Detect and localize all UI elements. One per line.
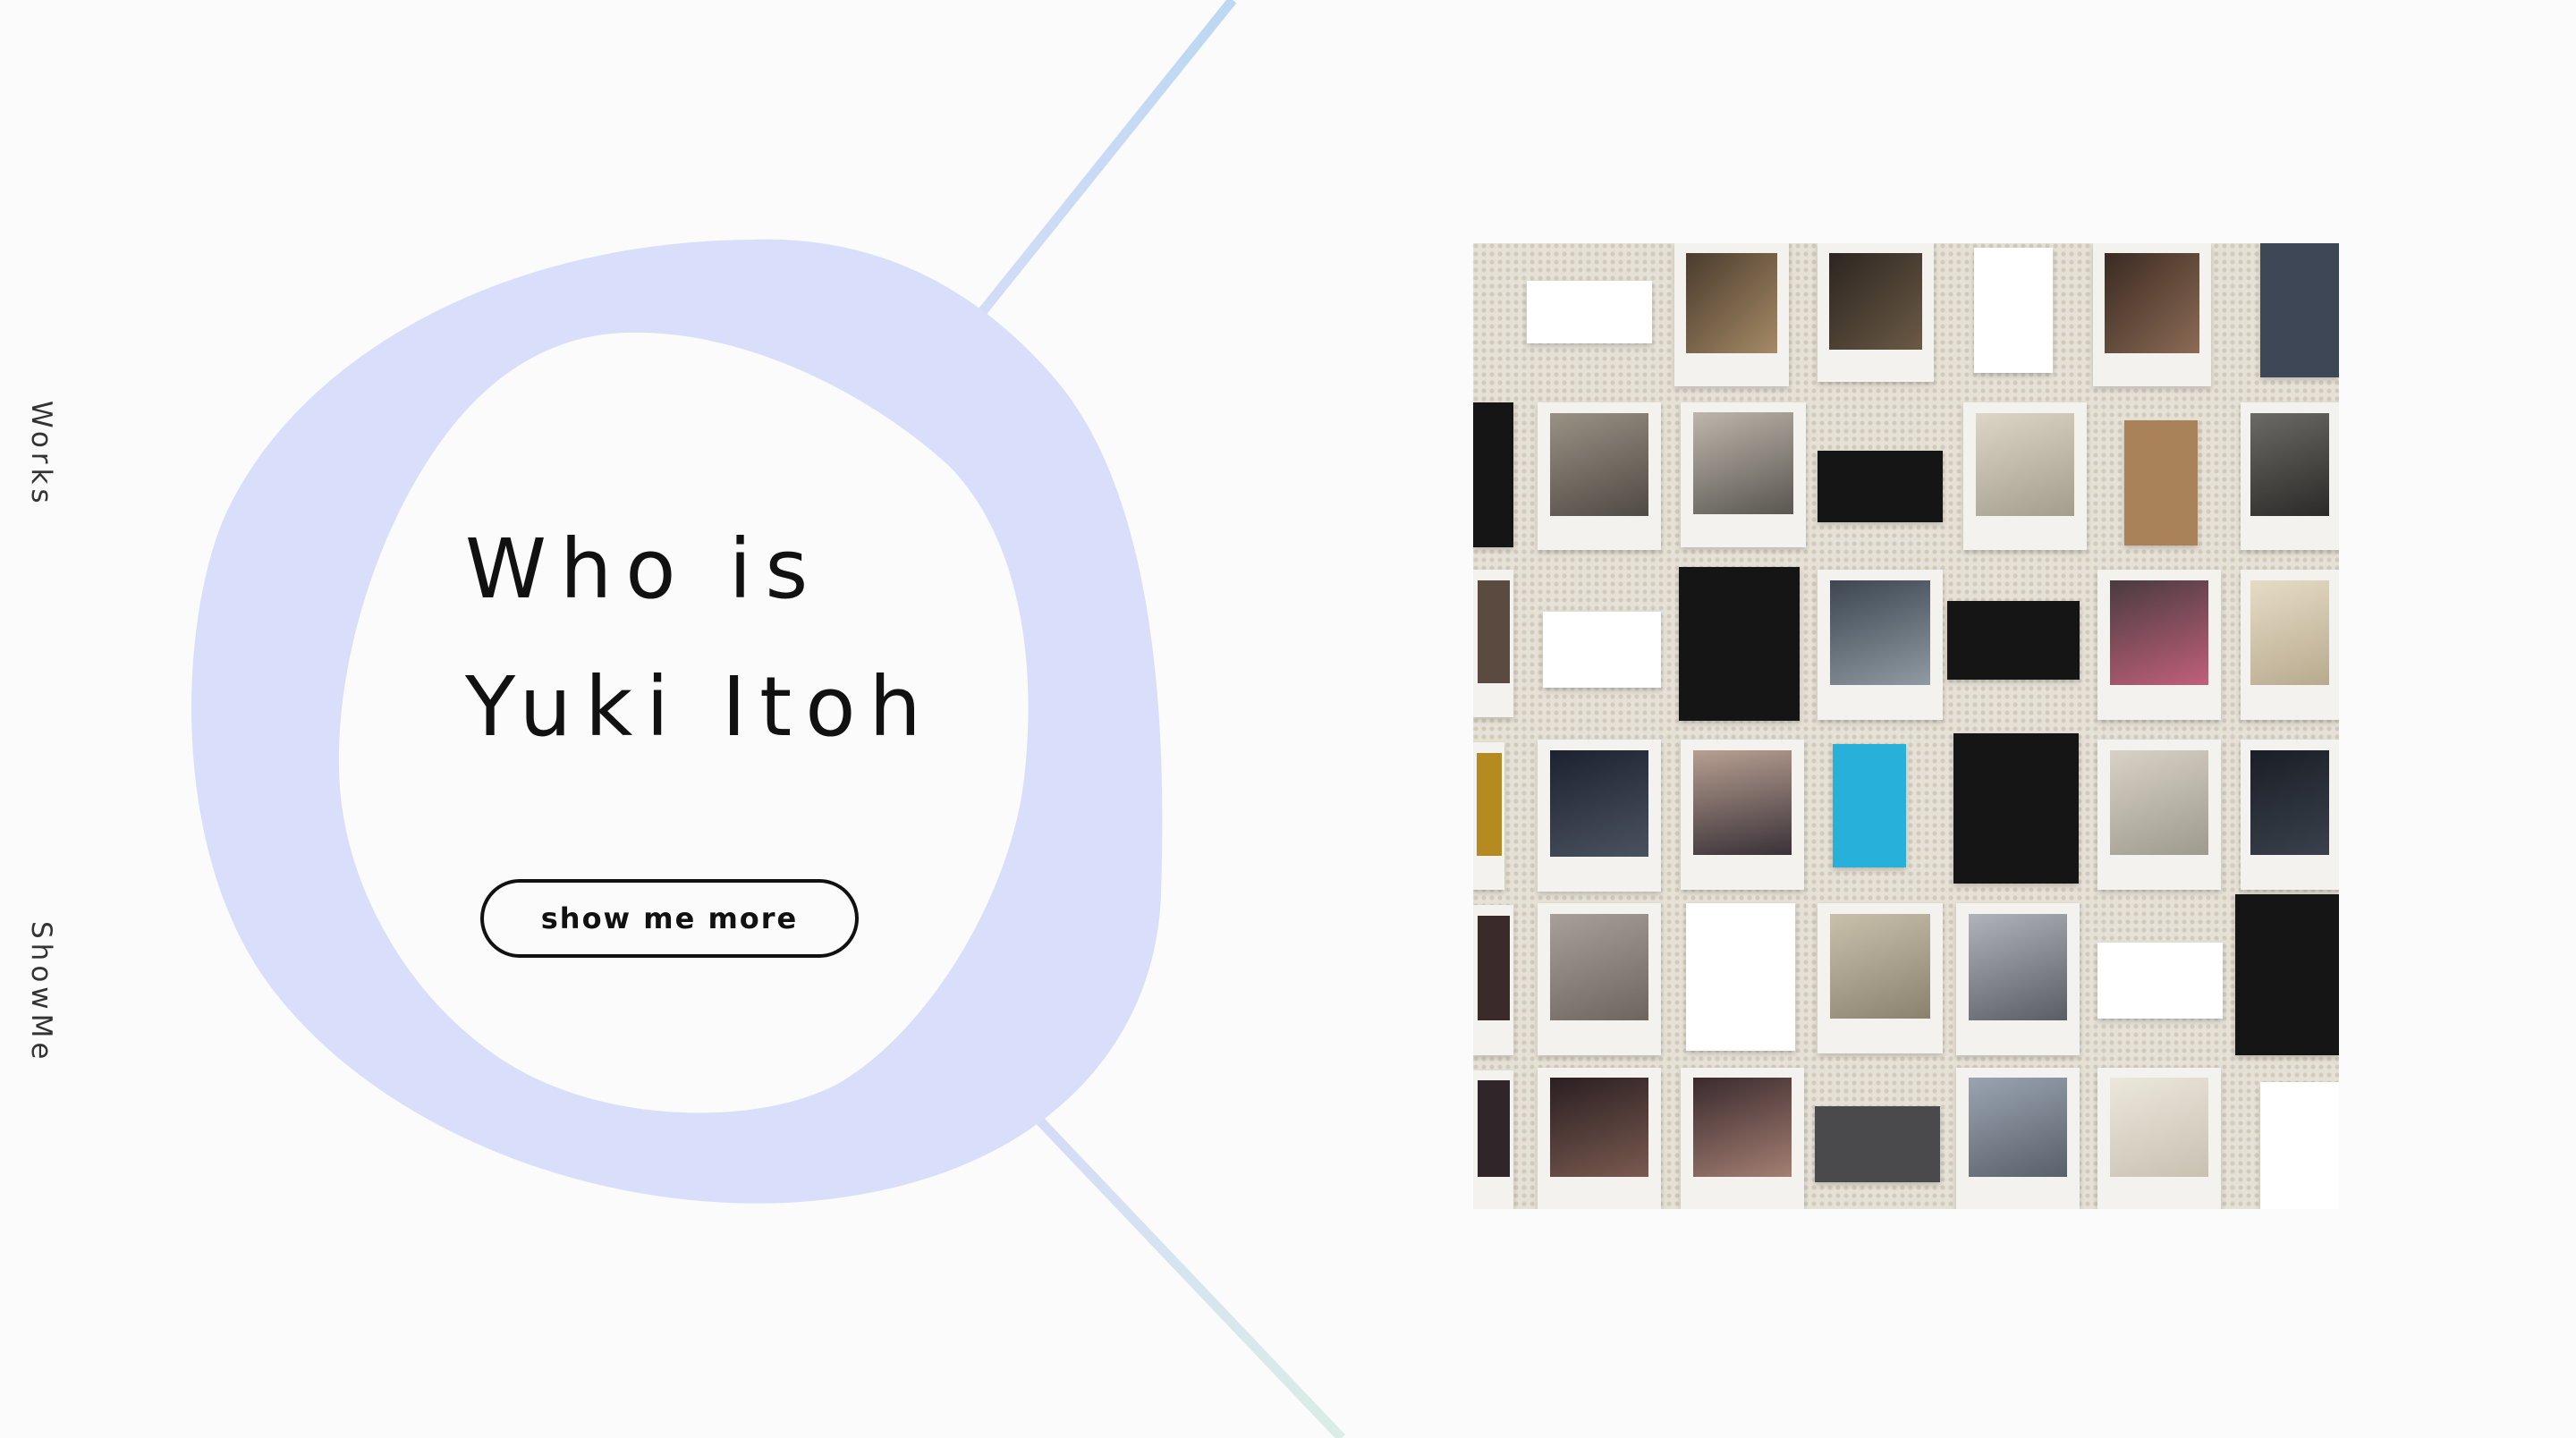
photo-card bbox=[2097, 943, 2223, 1019]
photo-card bbox=[1473, 570, 1513, 717]
photo-card bbox=[1473, 905, 1513, 1055]
hero-title-line-2: Yuki Itoh bbox=[465, 659, 935, 755]
photo-card bbox=[1833, 744, 1906, 867]
photo-card bbox=[1681, 740, 1804, 890]
photo-card bbox=[1963, 402, 2087, 550]
photo-card bbox=[2241, 740, 2339, 890]
photo-card bbox=[1538, 740, 1661, 892]
decor-line-top bbox=[948, 0, 1237, 352]
hero-title-line-1: Who is bbox=[465, 521, 822, 617]
photo-card bbox=[1974, 248, 2053, 373]
photo-card bbox=[1815, 1106, 1940, 1182]
photo-card bbox=[2097, 1068, 2221, 1209]
photo-card bbox=[1538, 903, 1661, 1055]
photo-card bbox=[1527, 281, 1652, 343]
photo-card bbox=[1818, 451, 1943, 522]
photo-card bbox=[2097, 740, 2221, 890]
photo-card bbox=[2260, 243, 2339, 377]
photo-card bbox=[1473, 402, 1513, 547]
show-me-more-button[interactable]: show me more bbox=[480, 879, 859, 958]
photo-card bbox=[1538, 1068, 1661, 1209]
photo-card bbox=[1956, 903, 2080, 1055]
photo-card bbox=[2260, 1082, 2339, 1209]
photo-card bbox=[1679, 567, 1800, 721]
photo-card bbox=[1818, 243, 1934, 382]
side-navigation: Works ShowMe bbox=[0, 0, 80, 1438]
photo-card bbox=[1686, 903, 1795, 1051]
page: Works ShowMe Who is Yuki Itoh show me mo… bbox=[0, 0, 2576, 1438]
photo-card bbox=[1473, 1070, 1513, 1209]
nav-link-showme[interactable]: ShowMe bbox=[25, 921, 57, 1063]
photo-card bbox=[1956, 1068, 2080, 1209]
photo-card bbox=[1473, 742, 1504, 890]
photo-card bbox=[2241, 402, 2339, 550]
photo-card bbox=[1674, 243, 1789, 386]
photo-collage-image bbox=[1473, 243, 2339, 1209]
photo-card bbox=[2241, 570, 2339, 720]
photo-card bbox=[1538, 402, 1661, 550]
photo-card bbox=[2093, 243, 2211, 386]
photo-card bbox=[2124, 420, 2198, 546]
photo-card bbox=[1953, 733, 2079, 884]
decor-line-bottom bbox=[1025, 1105, 1345, 1438]
photo-card bbox=[1543, 612, 1661, 688]
hero-title: Who is Yuki Itoh bbox=[465, 501, 935, 776]
photo-card bbox=[1681, 1068, 1804, 1209]
photo-card bbox=[1947, 601, 2080, 680]
photo-card bbox=[2235, 894, 2339, 1055]
photo-card bbox=[1681, 402, 1806, 547]
photo-card bbox=[2097, 570, 2221, 720]
nav-link-works[interactable]: Works bbox=[25, 401, 57, 508]
photo-card bbox=[1818, 570, 1943, 720]
photo-card bbox=[1818, 903, 1943, 1053]
